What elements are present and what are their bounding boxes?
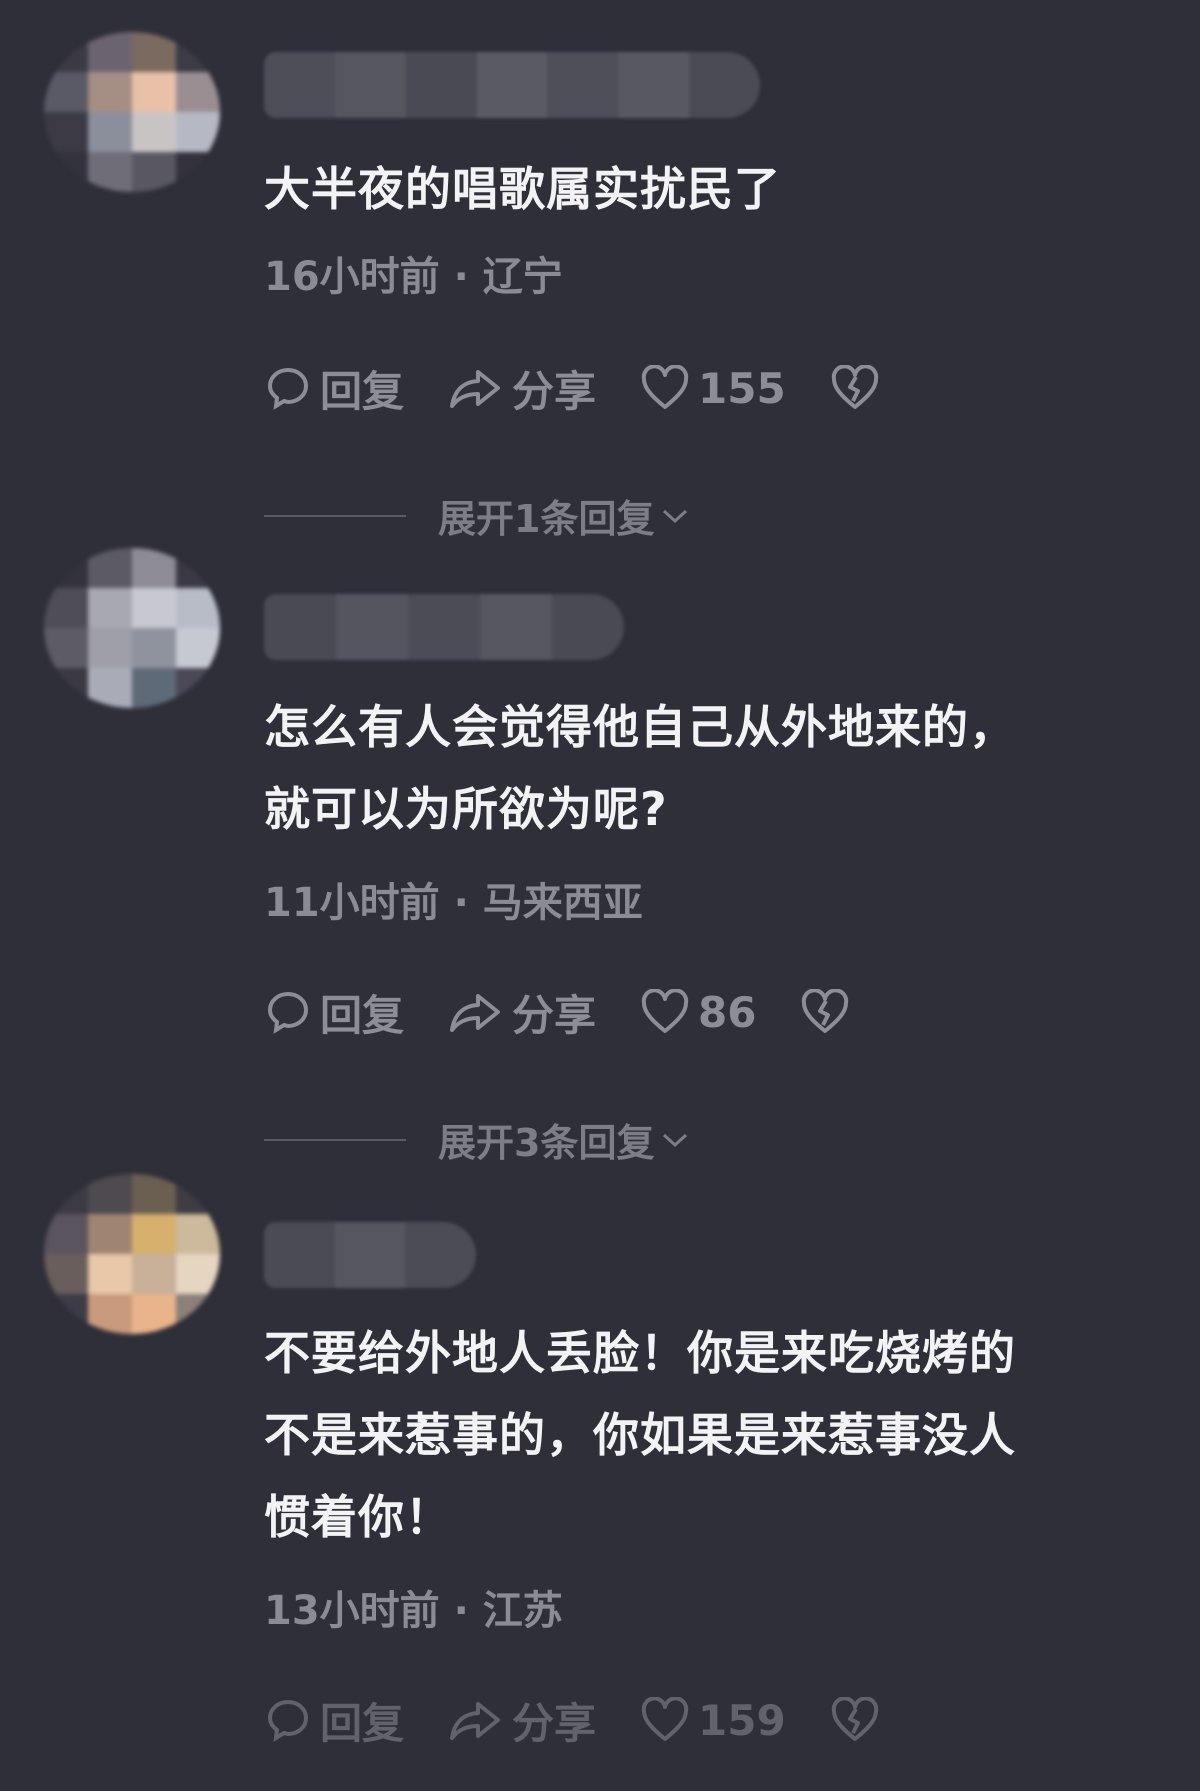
comment-text: 不要给外地人丢脸！你是来吃烧烤的 不是来惹事的，你如果是来惹事没人 惯着你！	[264, 1326, 1016, 1544]
comment-text: 大半夜的唱歌属实扰民了	[264, 162, 781, 216]
avatar[interactable]	[44, 1174, 220, 1334]
chevron-down-icon	[663, 509, 688, 523]
expand-replies-label: 展开1条回复	[438, 497, 655, 541]
share-label: 分享	[512, 1698, 597, 1748]
username-blurred[interactable]	[264, 1222, 476, 1288]
dislike-button[interactable]	[830, 1697, 888, 1743]
comment-bubble-icon	[267, 1699, 309, 1742]
dislike-button[interactable]	[830, 365, 888, 411]
dislike-button[interactable]	[800, 989, 858, 1035]
comment-actions: 回复 分享 86	[264, 982, 902, 1042]
share-arrow-icon	[450, 370, 501, 408]
like-button[interactable]: 155	[640, 364, 786, 413]
share-arrow-icon	[450, 1702, 501, 1740]
expand-replies-label: 展开3条回复	[438, 1121, 655, 1165]
heart-icon	[641, 1697, 689, 1741]
share-button[interactable]: 分享	[448, 1690, 596, 1751]
like-button[interactable]: 86	[640, 988, 756, 1037]
reply-label: 回复	[320, 1698, 405, 1748]
reply-label: 回复	[320, 990, 405, 1040]
share-button[interactable]: 分享	[448, 358, 596, 419]
comment-bubble-icon	[267, 991, 309, 1034]
divider-line	[264, 1138, 406, 1141]
comment-actions: 回复 分享 159	[264, 1690, 932, 1750]
like-count: 155	[698, 363, 786, 413]
username-blurred[interactable]	[264, 594, 624, 660]
reply-button[interactable]: 回复	[264, 358, 404, 419]
divider-line	[264, 514, 406, 517]
broken-heart-icon	[831, 365, 878, 409]
comment-text: 怎么有人会觉得他自己从外地来的， 就可以为所欲为呢?	[264, 700, 1016, 836]
comment-actions: 回复 分享 155	[264, 358, 932, 418]
comment-meta: 16小时前 · 辽宁	[264, 254, 563, 300]
like-count: 159	[698, 1695, 786, 1745]
broken-heart-icon	[831, 1697, 878, 1741]
share-label: 分享	[512, 366, 597, 416]
heart-icon	[641, 989, 689, 1033]
comment-meta: 11小时前 · 马来西亚	[264, 880, 643, 926]
like-count: 86	[698, 987, 757, 1037]
expand-replies-button[interactable]: 展开1条回复	[264, 488, 690, 543]
like-button[interactable]: 159	[640, 1696, 786, 1745]
username-blurred[interactable]	[264, 52, 760, 118]
avatar[interactable]	[44, 32, 220, 192]
broken-heart-icon	[802, 989, 849, 1033]
share-arrow-icon	[450, 994, 501, 1032]
reply-label: 回复	[320, 366, 405, 416]
comment-bubble-icon	[267, 367, 309, 410]
chevron-down-icon	[663, 1133, 688, 1147]
share-button[interactable]: 分享	[448, 982, 596, 1043]
share-label: 分享	[512, 990, 597, 1040]
reply-button[interactable]: 回复	[264, 1690, 404, 1751]
comment-meta: 13小时前 · 江苏	[264, 1588, 563, 1634]
avatar[interactable]	[44, 548, 220, 708]
reply-button[interactable]: 回复	[264, 982, 404, 1043]
heart-icon	[641, 365, 689, 409]
expand-replies-button[interactable]: 展开3条回复	[264, 1112, 690, 1167]
